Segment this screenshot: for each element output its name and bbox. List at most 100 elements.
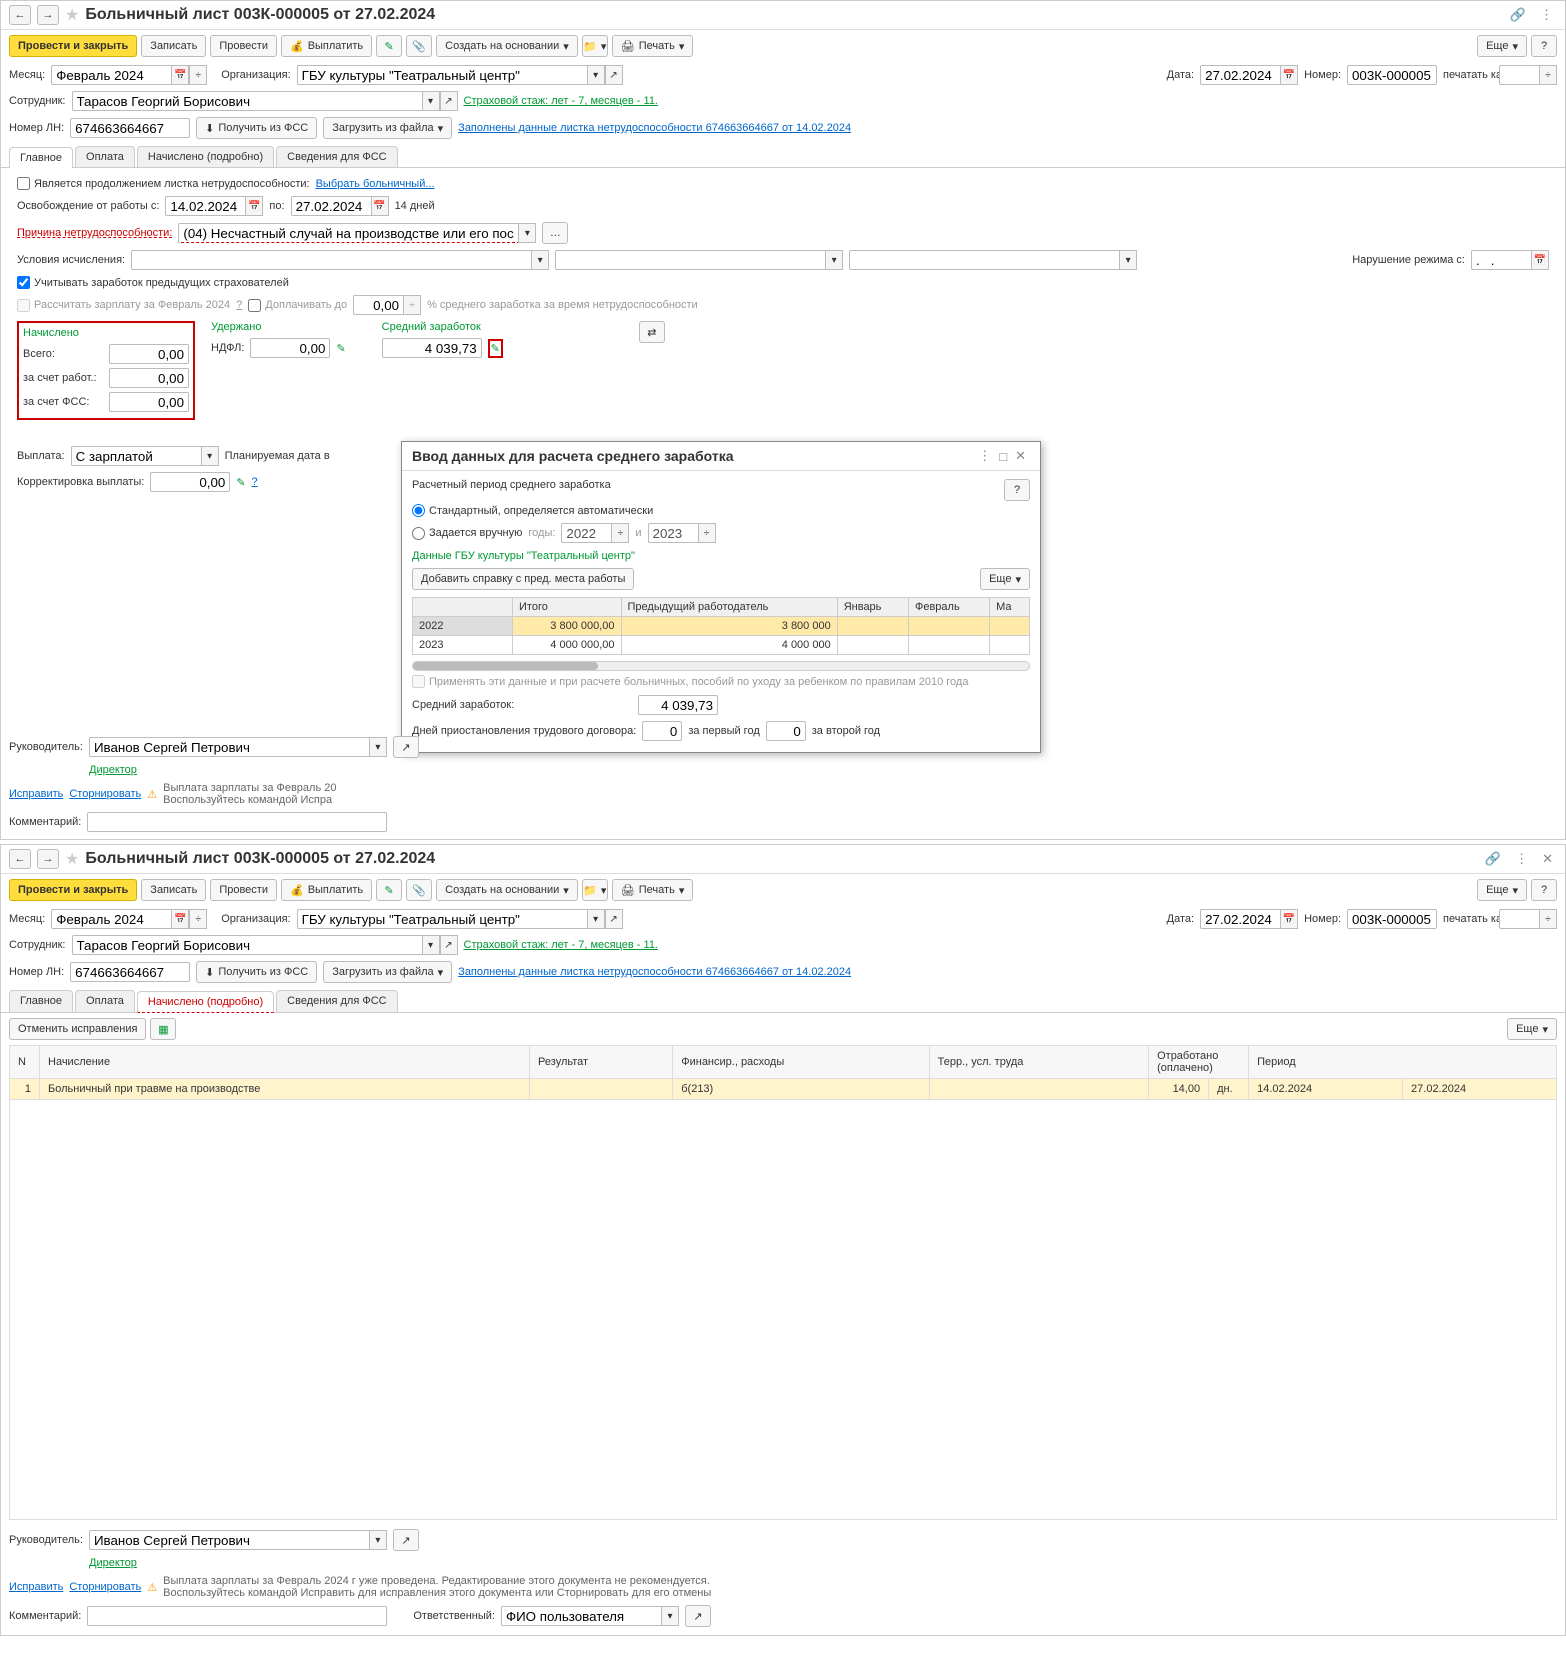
get-fss-button[interactable]: ⬇ Получить из ФСС [196, 117, 317, 139]
kebab-icon[interactable]: ⋮ [974, 448, 995, 464]
number-input[interactable] [1347, 909, 1437, 929]
post-and-close-button[interactable]: Провести и закрыть [9, 879, 137, 901]
ln-input[interactable] [70, 962, 190, 982]
earnings-table[interactable]: Итого Предыдущий работодатель Январь Фев… [412, 597, 1030, 655]
chevron-down-icon[interactable]: ▾ [369, 737, 387, 757]
calendar-icon[interactable]: 📅 [171, 65, 189, 85]
forward-button[interactable]: → [37, 849, 59, 869]
violation-date-input[interactable] [1471, 250, 1531, 270]
reason-label[interactable]: Причина нетрудоспособности: [17, 227, 172, 239]
correction-input[interactable] [150, 472, 230, 492]
chevron-down-icon[interactable]: ▾ [661, 1606, 679, 1626]
tab-accrued[interactable]: Начислено (подробно) [137, 991, 274, 1013]
select-sick-link[interactable]: Выбрать больничный... [316, 178, 435, 190]
load-file-button[interactable]: Загрузить из файла ▾ [323, 117, 452, 139]
spinner-icon[interactable]: ÷ [1539, 65, 1557, 85]
pay-button[interactable]: 💰Выплатить [281, 35, 372, 57]
more-button[interactable]: Еще ▾ [1477, 879, 1527, 901]
folder-button[interactable]: 📁▾ [582, 879, 608, 901]
date-input[interactable] [1200, 909, 1280, 929]
calc-cond-2-input[interactable] [555, 250, 825, 270]
cancel-fix-button[interactable]: Отменить исправления [9, 1018, 146, 1040]
extra-pay-input[interactable] [353, 295, 403, 315]
more-button[interactable]: Еще ▾ [1477, 35, 1527, 57]
manager-input[interactable] [89, 737, 369, 757]
prev-insurers-checkbox[interactable]: Учитывать заработок предыдущих страховат… [17, 276, 289, 289]
open-icon[interactable]: ↗ [440, 91, 458, 111]
horizontal-scrollbar[interactable] [412, 661, 1030, 671]
load-file-button[interactable]: Загрузить из файла ▾ [323, 961, 452, 983]
open-button[interactable]: ↗ [393, 736, 419, 758]
calendar-icon[interactable]: 📅 [245, 196, 263, 216]
date-input[interactable] [1200, 65, 1280, 85]
help-button[interactable]: ? [1004, 479, 1030, 501]
get-fss-button[interactable]: ⬇ Получить из ФСС [196, 961, 317, 983]
total-input[interactable] [109, 344, 189, 364]
manager-input[interactable] [89, 1530, 369, 1550]
number-input[interactable] [1347, 65, 1437, 85]
edit-button[interactable]: ✎ [376, 35, 402, 57]
continuation-checkbox[interactable]: Является продолжением листка нетрудоспос… [17, 177, 310, 190]
help-button[interactable]: ? [1531, 35, 1557, 57]
calc-cond-1-input[interactable] [131, 250, 531, 270]
folder-button[interactable]: 📁▾ [582, 35, 608, 57]
extra-pay-checkbox[interactable]: Доплачивать до [248, 299, 347, 312]
accruals-table[interactable]: N Начисление Результат Финансир., расход… [9, 1045, 1557, 1100]
fix-link[interactable]: Исправить [9, 1581, 63, 1593]
fix-link[interactable]: Исправить [9, 788, 63, 800]
ln-input[interactable] [70, 118, 190, 138]
edit-avg-button[interactable]: ✎ [488, 339, 503, 358]
chevron-down-icon[interactable]: ▾ [422, 935, 440, 955]
calendar-icon[interactable]: 📅 [1280, 65, 1298, 85]
print-as-input[interactable] [1499, 909, 1539, 929]
employee-input[interactable] [72, 91, 422, 111]
table-row[interactable]: 2022 3 800 000,00 3 800 000 [413, 617, 1030, 636]
filled-data-link[interactable]: Заполнены данные листка нетрудоспособнос… [458, 966, 851, 978]
filled-data-link[interactable]: Заполнены данные листка нетрудоспособнос… [458, 122, 851, 134]
tab-fss[interactable]: Сведения для ФСС [276, 990, 397, 1012]
help-link[interactable]: ? [236, 299, 242, 311]
ndfl-input[interactable] [250, 338, 330, 358]
open-icon[interactable]: ↗ [605, 65, 623, 85]
save-button[interactable]: Записать [141, 35, 206, 57]
help-link[interactable]: ? [252, 476, 258, 488]
save-button[interactable]: Записать [141, 879, 206, 901]
spinner-icon[interactable]: ÷ [1539, 909, 1557, 929]
table-icon-button[interactable]: ▦ [150, 1018, 176, 1040]
pay-button[interactable]: 💰Выплатить [281, 879, 372, 901]
close-icon[interactable]: ✕ [1011, 448, 1030, 464]
employer-input[interactable] [109, 368, 189, 388]
chevron-down-icon[interactable]: ▾ [587, 65, 605, 85]
fss-share-input[interactable] [109, 392, 189, 412]
create-based-button[interactable]: Создать на основании ▾ [436, 35, 578, 57]
storno-link[interactable]: Сторнировать [69, 788, 141, 800]
tab-accrued[interactable]: Начислено (подробно) [137, 146, 274, 167]
more-button[interactable]: Еще ▾ [1507, 1018, 1557, 1040]
month-input[interactable] [51, 65, 171, 85]
add-reference-button[interactable]: Добавить справку с пред. места работы [412, 568, 634, 590]
help-button[interactable]: ? [1531, 879, 1557, 901]
close-icon[interactable]: ✕ [1538, 851, 1557, 867]
print-button[interactable]: 🖨 Печать ▾ [612, 35, 694, 57]
release-to-input[interactable] [291, 196, 371, 216]
chevron-down-icon[interactable]: ▾ [587, 909, 605, 929]
month-input[interactable] [51, 909, 171, 929]
link-icon[interactable]: 🔗 [1506, 7, 1530, 23]
post-button[interactable]: Провести [210, 879, 277, 901]
link-icon[interactable]: 🔗 [1481, 851, 1505, 867]
employee-input[interactable] [72, 935, 422, 955]
calendar-icon[interactable]: 📅 [1531, 250, 1549, 270]
spinner-icon[interactable]: ÷ [189, 65, 207, 85]
std-period-radio[interactable]: Стандартный, определяется автоматически [412, 504, 653, 517]
insurance-stage-link[interactable]: Страховой стаж: лет - 7, месяцев - 11. [464, 939, 659, 951]
chevron-down-icon[interactable]: ▾ [518, 223, 536, 243]
post-button[interactable]: Провести [210, 35, 277, 57]
forward-button[interactable]: → [37, 5, 59, 25]
insurance-stage-link[interactable]: Страховой стаж: лет - 7, месяцев - 11. [464, 95, 659, 107]
calendar-icon[interactable]: 📅 [1280, 909, 1298, 929]
responsible-input[interactable] [501, 1606, 661, 1626]
attach-button[interactable]: 📎 [406, 35, 432, 57]
chevron-down-icon[interactable]: ▾ [825, 250, 843, 270]
print-button[interactable]: 🖨 Печать ▾ [612, 879, 694, 901]
back-button[interactable]: ← [9, 849, 31, 869]
